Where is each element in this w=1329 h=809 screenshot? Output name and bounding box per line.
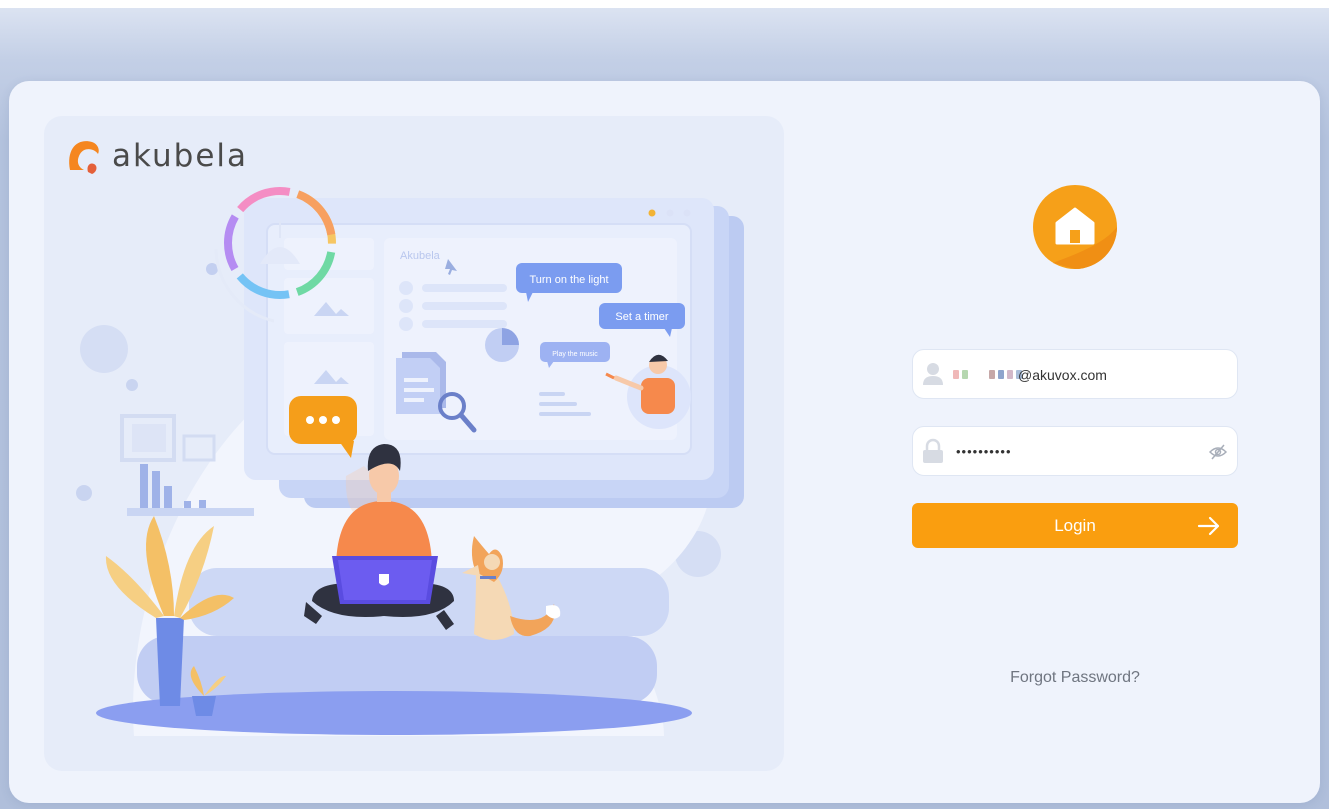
username-value: @akuvox.com bbox=[1018, 367, 1107, 383]
eye-off-icon[interactable] bbox=[1209, 444, 1227, 460]
screen-title: Akubela bbox=[400, 250, 441, 262]
brand: akubela bbox=[64, 134, 248, 178]
smart-home-illustration: Akubela Turn on the light Set a timer Pl… bbox=[76, 187, 744, 736]
forgot-password-link[interactable]: Forgot Password? bbox=[910, 669, 1240, 687]
lock-icon bbox=[923, 438, 943, 463]
password-field[interactable]: •••••••••• bbox=[912, 426, 1238, 476]
akubela-logo-icon bbox=[69, 141, 99, 174]
top-strip bbox=[0, 0, 1329, 8]
brand-name: akubela bbox=[112, 138, 249, 174]
username-field[interactable]: @akuvox.com bbox=[912, 349, 1238, 399]
home-icon bbox=[1033, 185, 1117, 269]
password-value: •••••••••• bbox=[956, 444, 1012, 459]
login-form: @akuvox.com •••••••••• Login Forgot Pass… bbox=[910, 81, 1240, 803]
bubble-timer-text: Set a timer bbox=[615, 311, 669, 323]
user-icon bbox=[923, 363, 943, 385]
login-card: Akubela Turn on the light Set a timer Pl… bbox=[9, 81, 1320, 803]
bubble-light-text: Turn on the light bbox=[529, 274, 608, 286]
illustration-panel: Akubela Turn on the light Set a timer Pl… bbox=[44, 116, 784, 771]
login-button-label: Login bbox=[1054, 516, 1096, 535]
login-button[interactable]: Login bbox=[912, 503, 1238, 548]
arrow-right-icon bbox=[1197, 516, 1220, 536]
bubble-music-text: Play the music bbox=[552, 351, 598, 358]
redacted-email-prefix bbox=[953, 370, 1022, 379]
